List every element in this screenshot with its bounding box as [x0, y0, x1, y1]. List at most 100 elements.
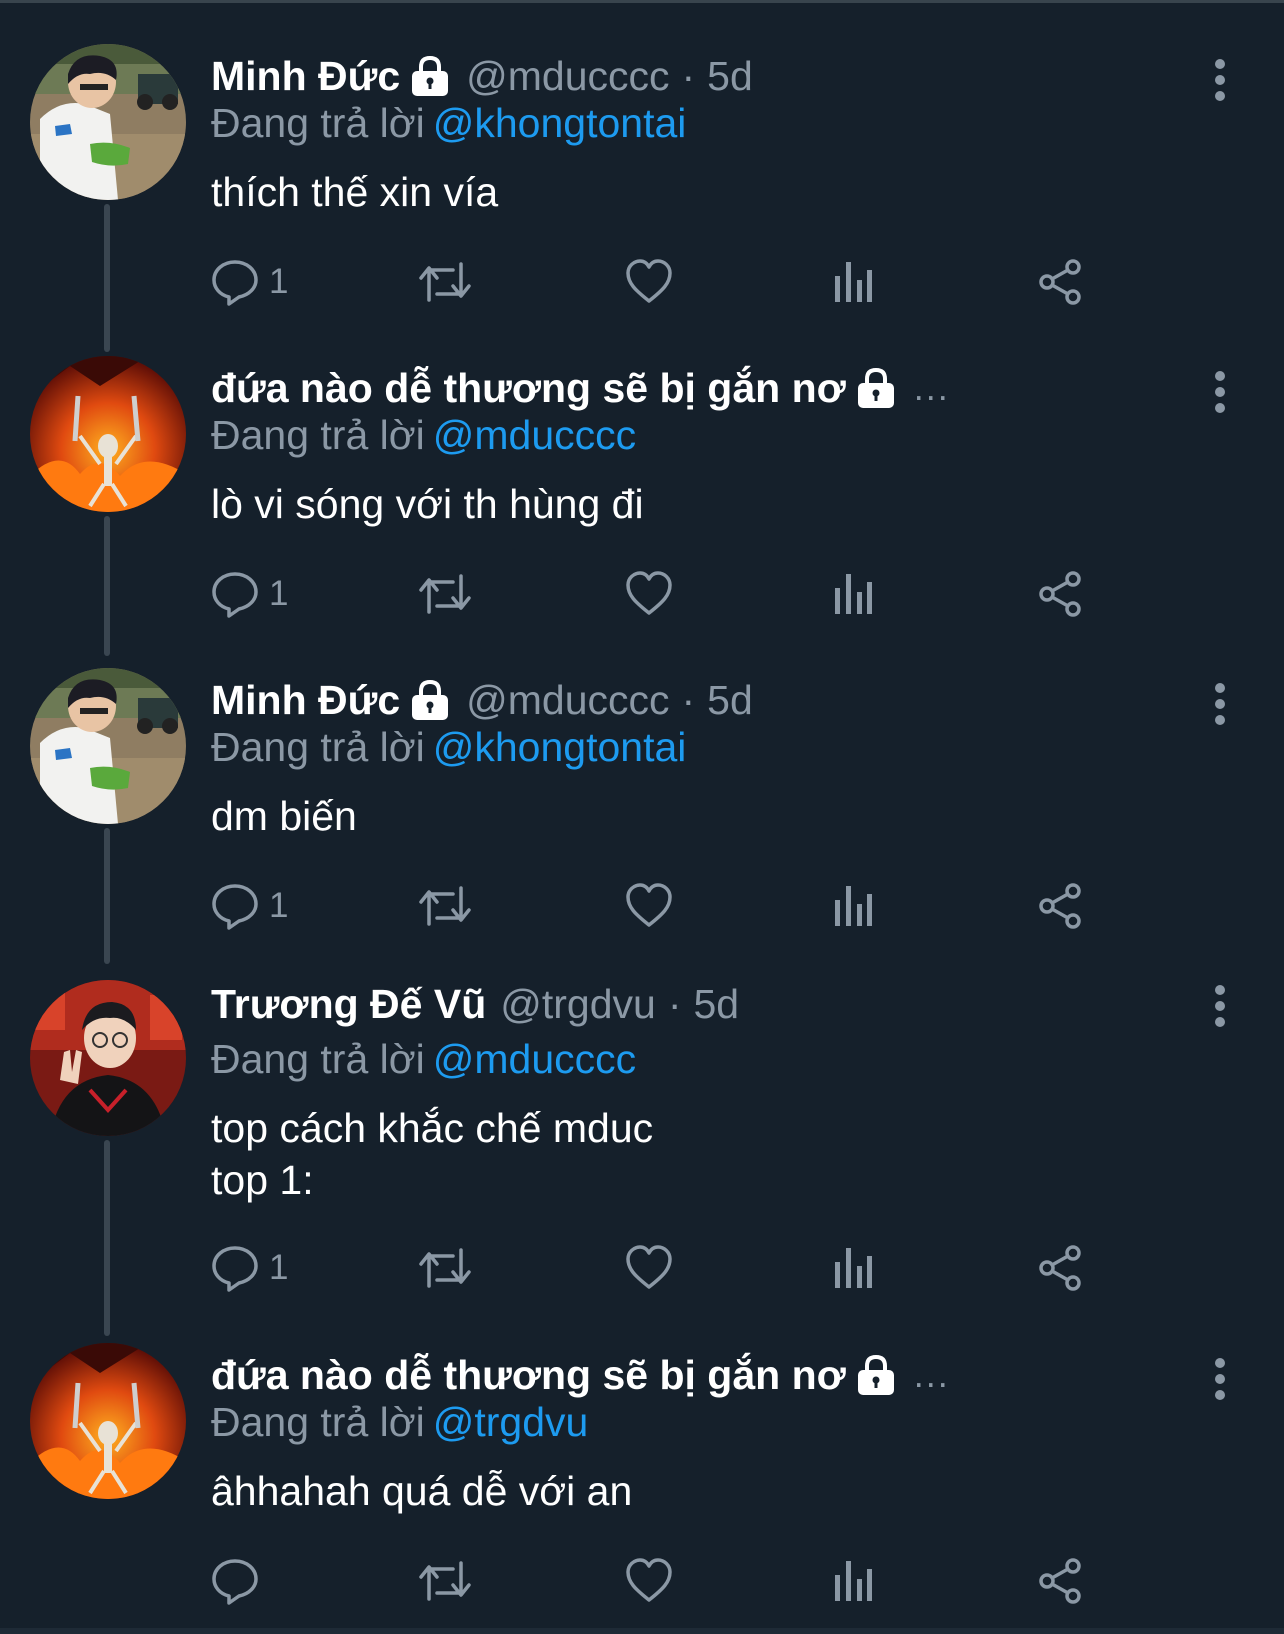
action-bar: 1	[211, 252, 1141, 312]
reply-button[interactable]: 1	[211, 1238, 288, 1298]
reply-icon	[212, 260, 258, 306]
more-options-icon[interactable]	[1206, 678, 1234, 734]
separator-dot: ·	[667, 980, 682, 1027]
avatar[interactable]	[30, 356, 186, 512]
heart-icon	[626, 1245, 672, 1289]
heart-icon	[626, 571, 672, 615]
action-bar: 1	[211, 876, 1141, 936]
reply-button[interactable]: 1	[211, 876, 288, 936]
tweet-header: đứa nào dễ thương sẽ bị gắn nơ ...	[211, 1347, 950, 1403]
avatar[interactable]	[30, 668, 186, 824]
avatar[interactable]	[30, 1343, 186, 1499]
replying-to: Đang trả lời @mducccc	[211, 1036, 636, 1083]
share-icon	[1039, 1245, 1081, 1291]
share-icon	[1039, 259, 1081, 305]
share-button[interactable]	[1037, 1238, 1085, 1298]
replying-to-user[interactable]: @khongtontai	[433, 100, 687, 146]
lock-icon	[408, 54, 452, 98]
reply-icon	[212, 884, 258, 930]
replying-to-user[interactable]: @khongtontai	[433, 724, 687, 770]
display-name[interactable]: Trương Đế Vũ	[211, 981, 486, 1028]
display-name[interactable]: Minh Đức	[211, 53, 400, 100]
replying-to-label: Đang trả lời	[211, 412, 425, 458]
retweet-button[interactable]	[417, 876, 473, 936]
tweet-text: top cách khắc chế mduc top 1:	[211, 1105, 654, 1203]
separator-dot: ·	[681, 676, 696, 723]
tweet-header: đứa nào dễ thương sẽ bị gắn nơ ...	[211, 360, 950, 416]
reply-count: 1	[269, 1248, 289, 1287]
replying-to-user[interactable]: @mducccc	[433, 412, 636, 458]
reply-button[interactable]: 1	[211, 252, 288, 312]
user-handle[interactable]: @trgdvu	[500, 981, 656, 1028]
more-options-icon[interactable]	[1206, 980, 1234, 1036]
share-button[interactable]	[1037, 876, 1085, 936]
retweet-button[interactable]	[417, 1238, 473, 1298]
replying-to: Đang trả lời @khongtontai	[211, 724, 686, 771]
reply-button[interactable]	[211, 1551, 269, 1611]
reply-count: 1	[269, 262, 289, 301]
action-bar	[211, 1551, 1141, 1611]
replying-to: Đang trả lời @trgdvu	[211, 1399, 588, 1446]
share-button[interactable]	[1037, 252, 1085, 312]
more-options-icon[interactable]	[1206, 366, 1234, 422]
display-name[interactable]: đứa nào dễ thương sẽ bị gắn nơ	[211, 365, 846, 412]
analytics-icon	[835, 262, 872, 302]
views-button[interactable]	[833, 252, 873, 312]
timestamp[interactable]: 5d	[707, 53, 753, 100]
display-name[interactable]: Minh Đức	[211, 677, 400, 724]
views-button[interactable]	[833, 1551, 873, 1611]
timestamp[interactable]: 5d	[707, 677, 753, 724]
reply-button[interactable]: 1	[211, 564, 288, 624]
lock-icon	[854, 1353, 898, 1397]
views-button[interactable]	[833, 1238, 873, 1298]
user-handle[interactable]: @mducccc	[466, 53, 669, 100]
like-button[interactable]	[625, 1551, 673, 1611]
retweet-icon	[419, 262, 471, 302]
share-button[interactable]	[1037, 1551, 1085, 1611]
retweet-button[interactable]	[417, 1551, 473, 1611]
tweet-header: Minh Đức @mducccc · 5d	[211, 48, 753, 104]
replying-to-label: Đang trả lời	[211, 100, 425, 146]
heart-icon	[626, 883, 672, 927]
tweet-text: dm biến	[211, 793, 357, 839]
replying-to-label: Đang trả lời	[211, 1036, 425, 1082]
heart-icon	[626, 259, 672, 303]
tweet-text: thích thế xin vía	[211, 169, 499, 215]
display-name[interactable]: đứa nào dễ thương sẽ bị gắn nơ	[211, 1352, 846, 1399]
tweet-text: âhhahah quá dễ với an	[211, 1468, 633, 1514]
replying-to: Đang trả lời @khongtontai	[211, 100, 686, 147]
like-button[interactable]	[625, 876, 673, 936]
tweet-header: Minh Đức @mducccc · 5d	[211, 672, 753, 728]
thread-line	[104, 516, 110, 656]
replying-to-user[interactable]: @mducccc	[433, 1036, 636, 1082]
analytics-icon	[835, 574, 872, 614]
retweet-button[interactable]	[417, 564, 473, 624]
retweet-button[interactable]	[417, 252, 473, 312]
retweet-icon	[419, 1248, 471, 1288]
reply-count: 1	[269, 574, 289, 613]
views-button[interactable]	[833, 564, 873, 624]
heart-icon	[626, 1558, 672, 1602]
replying-to: Đang trả lời @mducccc	[211, 412, 636, 459]
views-button[interactable]	[833, 876, 873, 936]
user-handle[interactable]: @mducccc	[466, 677, 669, 724]
more-options-icon[interactable]	[1206, 1353, 1234, 1409]
avatar[interactable]	[30, 44, 186, 200]
truncation-ellipsis: ...	[913, 1354, 950, 1395]
replying-to-label: Đang trả lời	[211, 724, 425, 770]
like-button[interactable]	[625, 564, 673, 624]
separator-dot: ·	[681, 52, 696, 99]
reply-icon	[212, 1559, 258, 1605]
truncation-ellipsis: ...	[913, 367, 950, 408]
like-button[interactable]	[625, 252, 673, 312]
more-options-icon[interactable]	[1206, 54, 1234, 110]
share-button[interactable]	[1037, 564, 1085, 624]
like-button[interactable]	[625, 1238, 673, 1298]
lock-icon	[854, 366, 898, 410]
avatar[interactable]	[30, 980, 186, 1136]
replying-to-user[interactable]: @trgdvu	[433, 1399, 589, 1445]
tweet-header: Trương Đế Vũ @trgdvu · 5d	[211, 976, 739, 1032]
retweet-icon	[419, 574, 471, 614]
top-divider	[0, 0, 1284, 3]
timestamp[interactable]: 5d	[693, 981, 739, 1028]
